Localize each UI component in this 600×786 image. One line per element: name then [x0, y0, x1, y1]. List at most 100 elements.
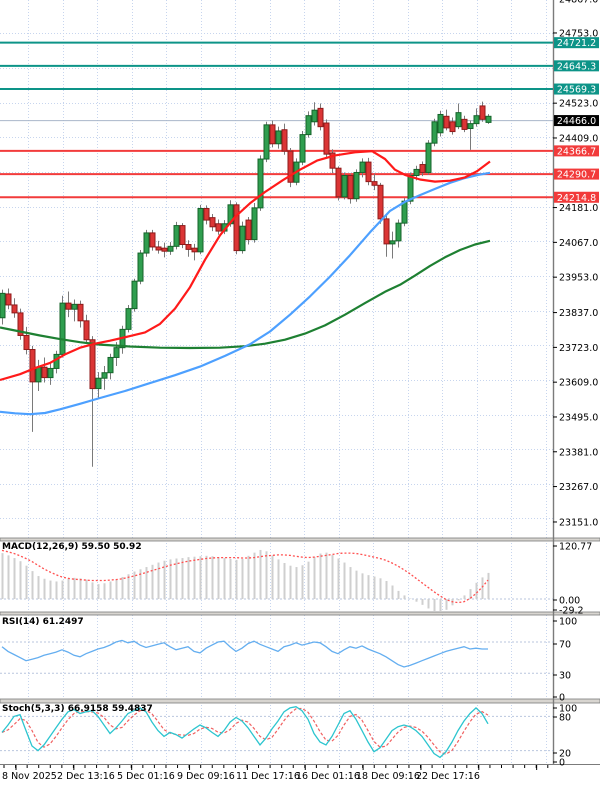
candle-up	[258, 159, 263, 208]
support-price-badge[interactable]: 24366.7	[554, 145, 599, 157]
candle-down	[216, 224, 221, 231]
stoch-axis-label: 0	[559, 758, 565, 769]
candle-up	[414, 169, 419, 175]
time-axis-label: 9 Dec 09:16	[177, 771, 235, 782]
resistance-price-badge[interactable]: 24645.3	[554, 60, 599, 72]
support-price-badge-text: 24214.8	[557, 193, 596, 204]
trading-chart-window: 24867.024753.024523.024409.024181.024067…	[0, 0, 600, 786]
candle-up	[48, 368, 53, 377]
y-axis-label: 23953.0	[559, 273, 598, 284]
candle-down	[348, 176, 353, 199]
resistance-price-badge-text: 24569.3	[557, 85, 596, 96]
candle-down	[444, 116, 449, 128]
candle-up	[474, 116, 479, 124]
candle-up	[108, 357, 113, 372]
candle-down	[318, 108, 323, 126]
candle-down	[162, 248, 167, 251]
time-axis-label: 8 Nov 2025	[2, 771, 57, 782]
candle-down	[12, 305, 17, 313]
candle-up	[102, 373, 107, 378]
y-axis-label: 24409.0	[559, 133, 598, 144]
candle-up	[354, 172, 359, 198]
time-axis-label: 5 Dec 01:16	[117, 771, 175, 782]
rsi-axis-label: 0	[559, 693, 565, 704]
candle-up	[438, 114, 443, 132]
candle-down	[270, 125, 275, 144]
support-price-badge[interactable]: 24290.7	[554, 169, 599, 181]
y-axis-label: 23495.0	[559, 412, 598, 423]
panel-separator[interactable]	[0, 538, 600, 541]
resistance-price-badge[interactable]: 24721.2	[554, 37, 599, 49]
candle-up	[342, 176, 347, 197]
candle-down	[336, 168, 341, 197]
time-axis-label: 2 Dec 13:16	[57, 771, 115, 782]
candle-up	[252, 208, 257, 240]
candle-up	[72, 304, 77, 309]
candle-down	[450, 122, 455, 132]
candle-down	[324, 123, 329, 154]
candle-down	[384, 219, 389, 244]
time-axis-label: 11 Dec 17:16	[236, 771, 300, 782]
candle-up	[432, 122, 437, 143]
candle-up	[60, 303, 65, 354]
y-axis-label: 24523.0	[559, 99, 598, 110]
stoch-indicator-label: Stoch(5,3,3) 66.9158 59.4837	[2, 704, 153, 714]
support-price-badge-text: 24290.7	[557, 170, 596, 181]
candle-up	[132, 281, 137, 308]
candle-down	[282, 130, 287, 151]
resistance-price-badge-text: 24721.2	[557, 38, 596, 49]
panel-separator[interactable]	[0, 699, 600, 703]
support-price-badge-text: 24366.7	[557, 146, 596, 157]
candle-up	[0, 293, 5, 317]
candle-up	[114, 348, 119, 358]
candle-up	[456, 113, 461, 127]
candle-down	[78, 304, 83, 320]
stoch-axis-label: 80	[559, 713, 571, 724]
candle-down	[366, 162, 371, 182]
chart-canvas[interactable]: 24867.024753.024523.024409.024181.024067…	[0, 0, 600, 786]
panel-separator[interactable]	[0, 612, 600, 615]
support-price-badge[interactable]: 24214.8	[554, 192, 599, 204]
candle-up	[300, 135, 305, 162]
current-price-badge: 24466.0	[554, 115, 599, 127]
candle-down	[6, 294, 11, 305]
candle-down	[150, 233, 155, 247]
candle-up	[396, 223, 401, 241]
macd-axis-label: -29.2	[559, 606, 584, 617]
time-axis-labels: 8 Nov 20252 Dec 13:165 Dec 01:169 Dec 09…	[2, 771, 480, 782]
candle-up	[174, 226, 179, 247]
rsi-axis-label: 30	[559, 671, 571, 682]
candle-up	[402, 201, 407, 223]
rsi-axis-label: 100	[559, 617, 577, 628]
candle-up	[276, 131, 281, 144]
candle-up	[390, 241, 395, 244]
time-axis-label: 16 Dec 01:16	[296, 771, 360, 782]
y-axis-label-partial: 24867.0	[559, 0, 598, 6]
candle-down	[156, 247, 161, 250]
candle-up	[138, 253, 143, 281]
candle-down	[210, 218, 215, 227]
candle-down	[462, 119, 467, 129]
y-axis-label: 24067.0	[559, 238, 598, 249]
candle-up	[144, 233, 149, 253]
candle-down	[234, 205, 239, 251]
candle-up	[198, 208, 203, 251]
candle-down	[480, 106, 485, 119]
candle-down	[378, 185, 383, 219]
candle-down	[42, 367, 47, 377]
candle-down	[186, 245, 191, 250]
y-axis-label: 23723.0	[559, 343, 598, 354]
y-axis-label: 23151.0	[559, 517, 598, 528]
candle-up	[408, 176, 413, 202]
candle-up	[96, 378, 101, 388]
candle-down	[180, 226, 185, 245]
candle-down	[246, 220, 251, 240]
resistance-price-badge[interactable]: 24569.3	[554, 84, 599, 96]
y-axis-label: 23381.0	[559, 447, 598, 458]
time-axis-label: 22 Dec 17:16	[416, 771, 480, 782]
candle-down	[90, 340, 95, 389]
macd-axis-label: 120.77	[559, 542, 592, 553]
candle-down	[30, 350, 35, 382]
y-axis-label: 24181.0	[559, 203, 598, 214]
y-axis-label: 23267.0	[559, 482, 598, 493]
